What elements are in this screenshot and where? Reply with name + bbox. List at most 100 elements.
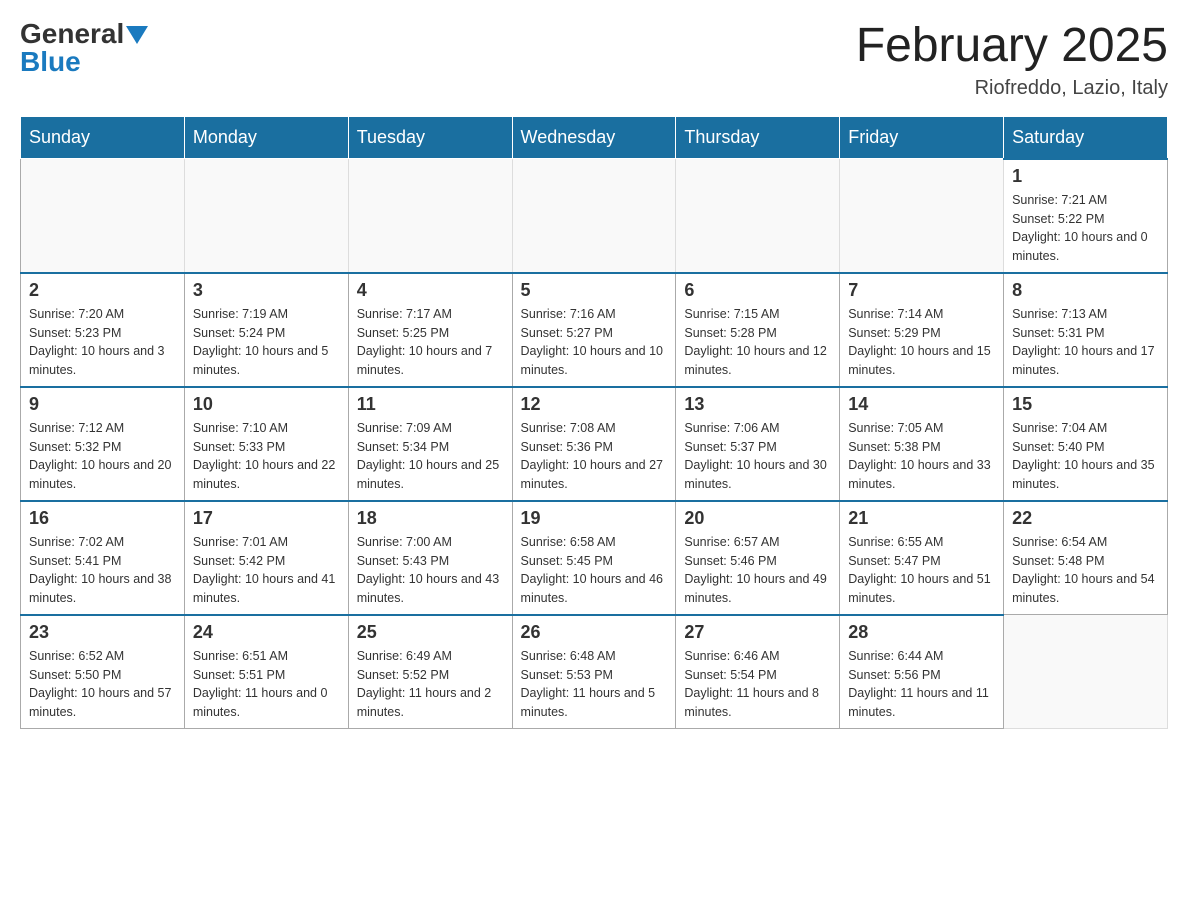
calendar-day-cell: 23 Sunrise: 6:52 AMSunset: 5:50 PMDayligh… xyxy=(21,615,185,729)
calendar-day-cell xyxy=(840,159,1004,273)
day-number: 18 xyxy=(357,508,504,529)
day-number: 22 xyxy=(1012,508,1159,529)
logo-blue: Blue xyxy=(20,46,81,77)
calendar-day-cell: 16Sunrise: 7:02 AMSunset: 5:41 PMDayligh… xyxy=(21,501,185,615)
weekday-header-friday: Friday xyxy=(840,116,1004,159)
weekday-header-wednesday: Wednesday xyxy=(512,116,676,159)
day-number: 25 xyxy=(357,622,504,643)
calendar-day-cell: 22 Sunrise: 6:54 AMSunset: 5:48 PMDayligh… xyxy=(1004,501,1168,615)
calendar-day-cell: 26Sunrise: 6:48 AMSunset: 5:53 PMDayligh… xyxy=(512,615,676,729)
logo-general: General xyxy=(20,20,124,48)
day-info: Sunrise: 7:15 AMSunset: 5:28 PMDaylight:… xyxy=(684,305,831,380)
title-area: February 2025 Riofreddo, Lazio, Italy xyxy=(856,20,1168,100)
day-number: 7 xyxy=(848,280,995,301)
day-info: Sunrise: 7:10 AMSunset: 5:33 PMDaylight:… xyxy=(193,419,340,494)
calendar-day-cell: 14 Sunrise: 7:05 AMSunset: 5:38 PMDayligh… xyxy=(840,387,1004,501)
day-info: Sunrise: 6:48 AMSunset: 5:53 PMDaylight:… xyxy=(521,647,668,722)
day-number: 15 xyxy=(1012,394,1159,415)
day-info: Sunrise: 7:04 AMSunset: 5:40 PMDaylight:… xyxy=(1012,419,1159,494)
day-info: Sunrise: 7:17 AMSunset: 5:25 PMDaylight:… xyxy=(357,305,504,380)
day-info: Sunrise: 7:16 AMSunset: 5:27 PMDaylight:… xyxy=(521,305,668,380)
day-number: 23 xyxy=(29,622,176,643)
calendar-day-cell: 24 Sunrise: 6:51 AMSunset: 5:51 PMDayligh… xyxy=(184,615,348,729)
calendar-day-cell: 27 Sunrise: 6:46 AMSunset: 5:54 PMDayligh… xyxy=(676,615,840,729)
calendar-day-cell xyxy=(21,159,185,273)
day-number: 6 xyxy=(684,280,831,301)
day-number: 2 xyxy=(29,280,176,301)
weekday-header-tuesday: Tuesday xyxy=(348,116,512,159)
calendar-table: SundayMondayTuesdayWednesdayThursdayFrid… xyxy=(20,116,1168,729)
day-number: 5 xyxy=(521,280,668,301)
calendar-day-cell: 12Sunrise: 7:08 AMSunset: 5:36 PMDayligh… xyxy=(512,387,676,501)
day-info: Sunrise: 6:58 AMSunset: 5:45 PMDaylight:… xyxy=(521,533,668,608)
day-number: 8 xyxy=(1012,280,1159,301)
calendar-week-row: 16Sunrise: 7:02 AMSunset: 5:41 PMDayligh… xyxy=(21,501,1168,615)
day-number: 3 xyxy=(193,280,340,301)
calendar-day-cell: 28 Sunrise: 6:44 AMSunset: 5:56 PMDayligh… xyxy=(840,615,1004,729)
day-number: 19 xyxy=(521,508,668,529)
calendar-day-cell: 8 Sunrise: 7:13 AMSunset: 5:31 PMDaylight… xyxy=(1004,273,1168,387)
day-info: Sunrise: 6:54 AMSunset: 5:48 PMDaylight:… xyxy=(1012,533,1159,608)
calendar-week-row: 1Sunrise: 7:21 AMSunset: 5:22 PMDaylight… xyxy=(21,159,1168,273)
day-info: Sunrise: 7:19 AMSunset: 5:24 PMDaylight:… xyxy=(193,305,340,380)
day-info: Sunrise: 6:51 AMSunset: 5:51 PMDaylight:… xyxy=(193,647,340,722)
day-info: Sunrise: 6:52 AMSunset: 5:50 PMDaylight:… xyxy=(29,647,176,722)
day-number: 21 xyxy=(848,508,995,529)
calendar-week-row: 9 Sunrise: 7:12 AMSunset: 5:32 PMDaylight… xyxy=(21,387,1168,501)
calendar-day-cell xyxy=(512,159,676,273)
day-number: 24 xyxy=(193,622,340,643)
month-title: February 2025 xyxy=(856,20,1168,73)
day-info: Sunrise: 7:00 AMSunset: 5:43 PMDaylight:… xyxy=(357,533,504,608)
calendar-day-cell: 2 Sunrise: 7:20 AMSunset: 5:23 PMDaylight… xyxy=(21,273,185,387)
logo-arrow-icon xyxy=(126,26,148,44)
day-number: 4 xyxy=(357,280,504,301)
weekday-header-sunday: Sunday xyxy=(21,116,185,159)
day-info: Sunrise: 7:09 AMSunset: 5:34 PMDaylight:… xyxy=(357,419,504,494)
day-info: Sunrise: 7:06 AMSunset: 5:37 PMDaylight:… xyxy=(684,419,831,494)
calendar-day-cell: 11 Sunrise: 7:09 AMSunset: 5:34 PMDayligh… xyxy=(348,387,512,501)
calendar-day-cell xyxy=(184,159,348,273)
day-number: 20 xyxy=(684,508,831,529)
calendar-day-cell: 10Sunrise: 7:10 AMSunset: 5:33 PMDayligh… xyxy=(184,387,348,501)
day-info: Sunrise: 7:08 AMSunset: 5:36 PMDaylight:… xyxy=(521,419,668,494)
calendar-day-cell: 18 Sunrise: 7:00 AMSunset: 5:43 PMDayligh… xyxy=(348,501,512,615)
calendar-header-row: SundayMondayTuesdayWednesdayThursdayFrid… xyxy=(21,116,1168,159)
calendar-day-cell: 19 Sunrise: 6:58 AMSunset: 5:45 PMDayligh… xyxy=(512,501,676,615)
calendar-day-cell xyxy=(348,159,512,273)
calendar-week-row: 2 Sunrise: 7:20 AMSunset: 5:23 PMDaylight… xyxy=(21,273,1168,387)
day-info: Sunrise: 6:57 AMSunset: 5:46 PMDaylight:… xyxy=(684,533,831,608)
calendar-day-cell: 9 Sunrise: 7:12 AMSunset: 5:32 PMDaylight… xyxy=(21,387,185,501)
weekday-header-monday: Monday xyxy=(184,116,348,159)
page-header: General Blue February 2025 Riofreddo, La… xyxy=(20,20,1168,100)
day-number: 14 xyxy=(848,394,995,415)
calendar-day-cell: 4 Sunrise: 7:17 AMSunset: 5:25 PMDaylight… xyxy=(348,273,512,387)
day-info: Sunrise: 7:12 AMSunset: 5:32 PMDaylight:… xyxy=(29,419,176,494)
day-info: Sunrise: 7:13 AMSunset: 5:31 PMDaylight:… xyxy=(1012,305,1159,380)
day-number: 28 xyxy=(848,622,995,643)
day-info: Sunrise: 7:02 AMSunset: 5:41 PMDaylight:… xyxy=(29,533,176,608)
day-number: 9 xyxy=(29,394,176,415)
day-info: Sunrise: 6:46 AMSunset: 5:54 PMDaylight:… xyxy=(684,647,831,722)
calendar-day-cell: 13 Sunrise: 7:06 AMSunset: 5:37 PMDayligh… xyxy=(676,387,840,501)
day-info: Sunrise: 7:20 AMSunset: 5:23 PMDaylight:… xyxy=(29,305,176,380)
calendar-day-cell: 7Sunrise: 7:14 AMSunset: 5:29 PMDaylight… xyxy=(840,273,1004,387)
calendar-day-cell: 3 Sunrise: 7:19 AMSunset: 5:24 PMDaylight… xyxy=(184,273,348,387)
calendar-day-cell: 21 Sunrise: 6:55 AMSunset: 5:47 PMDayligh… xyxy=(840,501,1004,615)
day-info: Sunrise: 7:05 AMSunset: 5:38 PMDaylight:… xyxy=(848,419,995,494)
weekday-header-saturday: Saturday xyxy=(1004,116,1168,159)
day-number: 13 xyxy=(684,394,831,415)
calendar-day-cell xyxy=(1004,615,1168,729)
day-info: Sunrise: 6:55 AMSunset: 5:47 PMDaylight:… xyxy=(848,533,995,608)
calendar-day-cell: 1Sunrise: 7:21 AMSunset: 5:22 PMDaylight… xyxy=(1004,159,1168,273)
day-number: 11 xyxy=(357,394,504,415)
day-info: Sunrise: 6:49 AMSunset: 5:52 PMDaylight:… xyxy=(357,647,504,722)
day-number: 17 xyxy=(193,508,340,529)
calendar-day-cell: 25 Sunrise: 6:49 AMSunset: 5:52 PMDayligh… xyxy=(348,615,512,729)
day-number: 1 xyxy=(1012,166,1159,187)
logo: General Blue xyxy=(20,20,148,76)
calendar-day-cell: 17Sunrise: 7:01 AMSunset: 5:42 PMDayligh… xyxy=(184,501,348,615)
location: Riofreddo, Lazio, Italy xyxy=(856,77,1168,100)
day-number: 27 xyxy=(684,622,831,643)
calendar-day-cell: 15 Sunrise: 7:04 AMSunset: 5:40 PMDayligh… xyxy=(1004,387,1168,501)
day-info: Sunrise: 6:44 AMSunset: 5:56 PMDaylight:… xyxy=(848,647,995,722)
